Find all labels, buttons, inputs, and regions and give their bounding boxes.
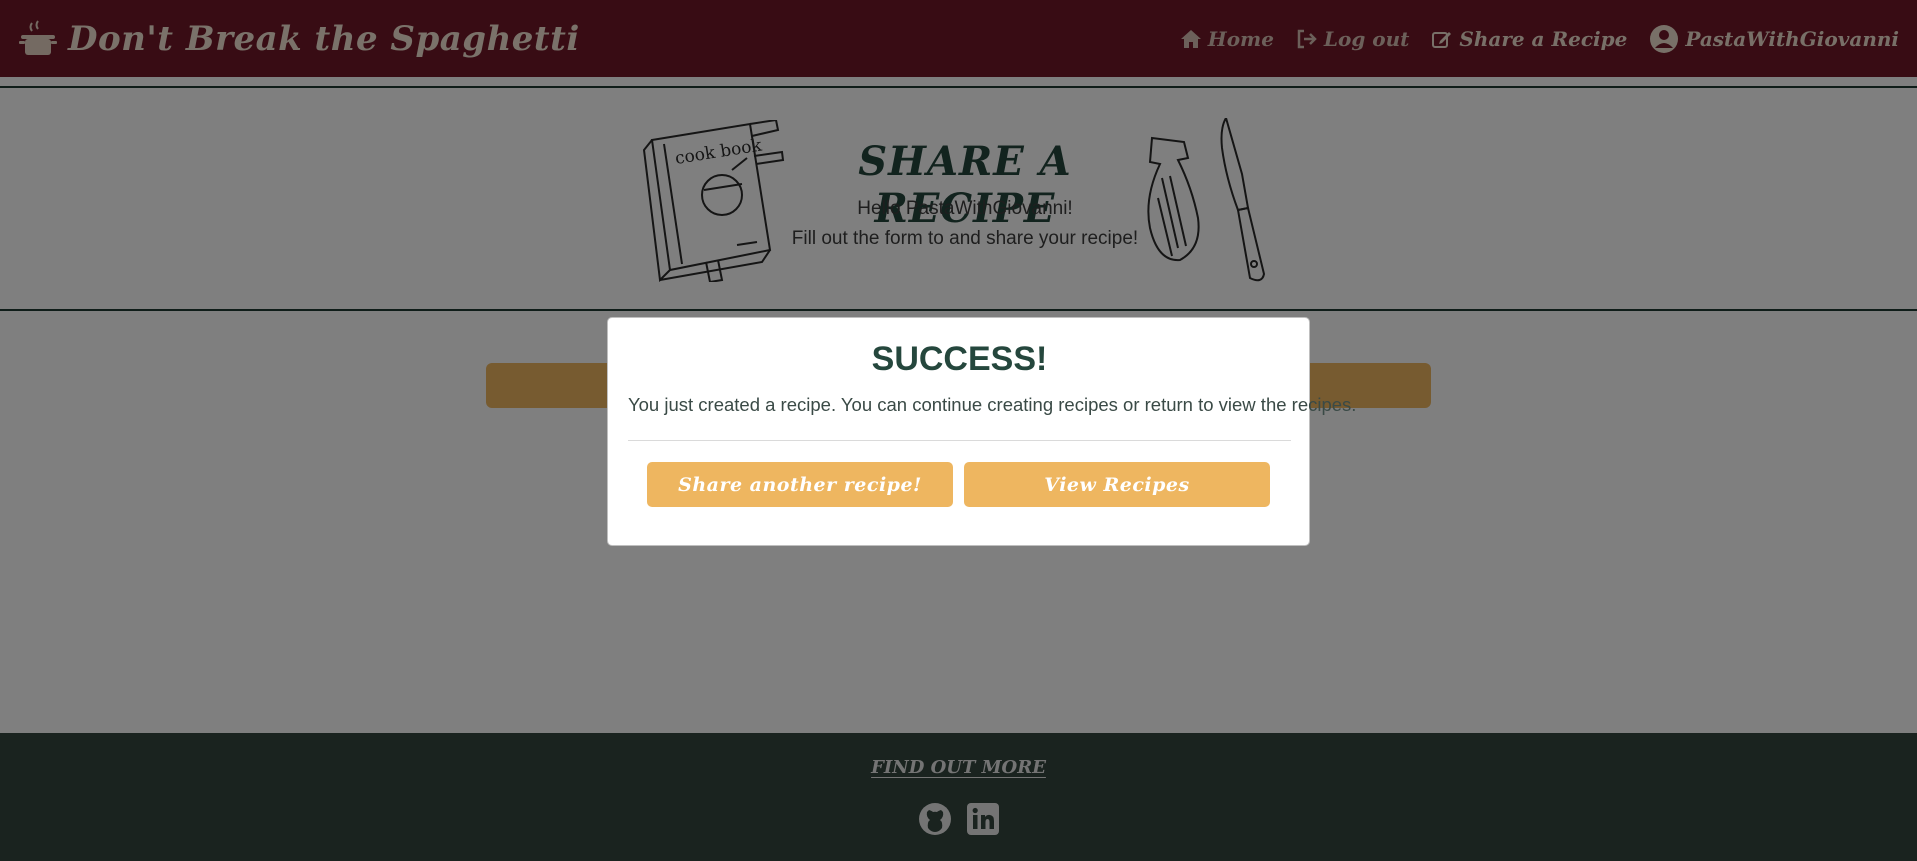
modal-divider — [628, 440, 1291, 441]
modal-title: SUCCESS! — [871, 340, 1048, 378]
share-another-recipe-button[interactable]: Share another recipe! — [647, 462, 953, 507]
view-recipes-button[interactable]: View Recipes — [964, 462, 1270, 507]
success-modal: SUCCESS! You just created a recipe. You … — [607, 317, 1357, 546]
modal-message: You just created a recipe. You can conti… — [628, 394, 1357, 415]
